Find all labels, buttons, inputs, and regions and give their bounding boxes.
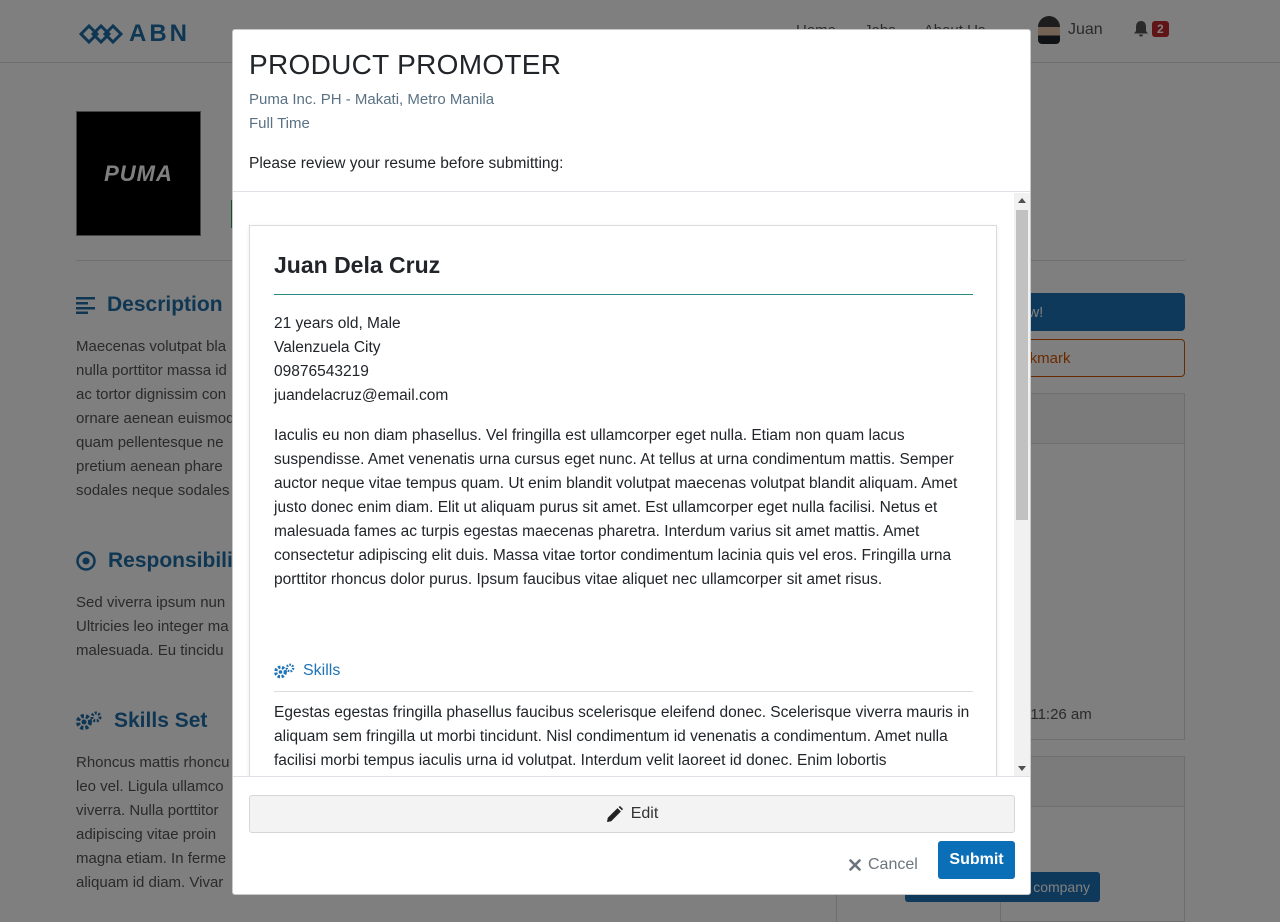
- submit-button[interactable]: Submit: [938, 841, 1015, 879]
- job-type: Full Time: [249, 115, 310, 132]
- modal-scrollbar[interactable]: [1014, 193, 1030, 776]
- resume-name: Juan Dela Cruz: [274, 252, 441, 278]
- resume-preview: Juan Dela Cruz 21 years old, Male Valenz…: [249, 225, 997, 776]
- cancel-button[interactable]: Cancel: [849, 848, 918, 882]
- pencil-icon: [606, 805, 623, 822]
- modal-header: PRODUCT PROMOTER Puma Inc. PH - Makati, …: [233, 30, 1030, 192]
- cancel-label: Cancel: [868, 856, 918, 873]
- review-instruction: Please review your resume before submitt…: [249, 155, 564, 172]
- modal-body[interactable]: Juan Dela Cruz 21 years old, Male Valenz…: [233, 193, 1030, 777]
- divider: [274, 691, 973, 692]
- job-company-location: Puma Inc. PH - Makati, Metro Manila: [249, 91, 495, 108]
- resume-phone: 09876543219: [274, 363, 369, 380]
- divider: [274, 294, 973, 295]
- job-title: PRODUCT PROMOTER: [249, 49, 562, 80]
- edit-label: Edit: [630, 805, 659, 822]
- scroll-down-icon[interactable]: [1018, 766, 1026, 771]
- resume-skills-title: Skills: [303, 662, 341, 679]
- resume-age-gender: 21 years old, Male: [274, 315, 401, 332]
- resume-summary: Iaculis eu non diam phasellus. Vel fring…: [274, 427, 958, 588]
- resume-skills-heading: Skills: [274, 662, 340, 680]
- resume-skills-text: Egestas egestas fringilla phasellus fauc…: [274, 704, 970, 769]
- resume-city: Valenzuela City: [274, 339, 381, 356]
- gears-icon: [274, 663, 295, 679]
- edit-resume-button[interactable]: Edit: [249, 795, 1015, 833]
- scroll-up-icon[interactable]: [1018, 198, 1026, 203]
- scrollbar-thumb[interactable]: [1016, 210, 1028, 520]
- close-icon: [849, 859, 861, 871]
- resume-contact-info: 21 years old, Male Valenzuela City 09876…: [274, 312, 448, 408]
- resume-email: juandelacruz@email.com: [274, 387, 449, 404]
- apply-modal: PRODUCT PROMOTER Puma Inc. PH - Makati, …: [232, 29, 1031, 895]
